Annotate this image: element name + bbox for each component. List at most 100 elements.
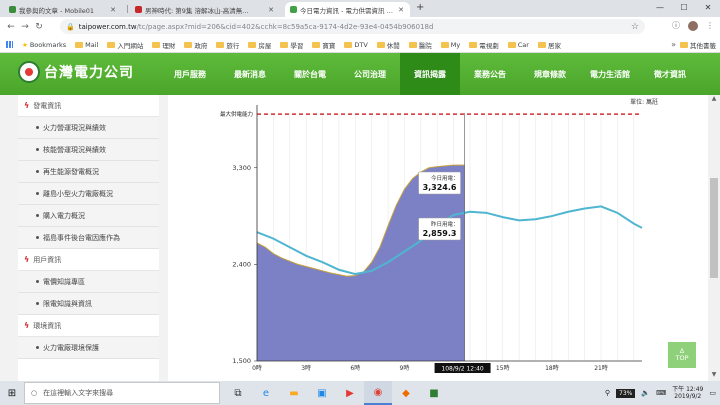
sidebar-item[interactable]: 離島小型火力電廠概況 <box>18 183 159 205</box>
scroll-thumb[interactable] <box>710 178 718 278</box>
keyboard-icon[interactable]: ⌨ <box>656 389 666 397</box>
nav-item-news[interactable]: 最新消息 <box>220 53 280 95</box>
volume-icon[interactable]: 🔈 <box>641 389 650 397</box>
nav-item-about[interactable]: 關於台電 <box>280 53 340 95</box>
sidebar-item[interactable]: 限電知識與資訊 <box>18 293 159 315</box>
avatar[interactable] <box>688 20 698 31</box>
nav-item-regulations[interactable]: 規章條款 <box>520 53 580 95</box>
maximize-icon[interactable]: ☐ <box>672 0 696 14</box>
nav-item-governance[interactable]: 公司治理 <box>340 53 400 95</box>
sidebar-section[interactable]: ϟ 用戶資訊 <box>18 249 159 271</box>
bookmark-folder[interactable]: 入門網站 <box>107 40 143 50</box>
bookmark-folder[interactable]: Car <box>507 41 529 49</box>
sidebar-item[interactable]: 再生能源發電概況 <box>18 161 159 183</box>
windows-icon: ⊞ <box>7 387 17 399</box>
bullet-icon <box>36 214 39 217</box>
sidebar-item[interactable]: 火力電廠環境保護 <box>18 337 159 359</box>
sidebar-item[interactable]: 購入電力概況 <box>18 205 159 227</box>
bookmark-folder[interactable]: Mail <box>75 41 98 49</box>
scroll-up-icon[interactable]: ▲ <box>708 95 720 105</box>
nav-item-life[interactable]: 電力生活館 <box>580 53 640 95</box>
bullet-icon <box>36 148 39 151</box>
notification-icon[interactable]: ▭ <box>709 389 716 397</box>
page-scrollbar[interactable]: ▲ ▼ <box>708 95 720 381</box>
app-icon[interactable]: ◆ <box>392 381 420 405</box>
folder-icon <box>75 41 84 48</box>
favicon-icon <box>290 6 297 13</box>
sidebar-section-label: 環境資訊 <box>33 321 62 330</box>
forward-icon[interactable]: → <box>18 22 32 32</box>
site-logo[interactable]: 台灣電力公司 <box>18 61 134 83</box>
reload-icon[interactable]: ↻ <box>32 22 46 32</box>
start-button[interactable]: ⊞ <box>0 381 24 405</box>
bookmark-folder[interactable]: 醫院 <box>408 40 432 50</box>
bookmark-folder[interactable]: 居家 <box>537 40 561 50</box>
nav-item-customer-service[interactable]: 用戶服務 <box>160 53 220 95</box>
sidebar-item[interactable]: 電價知識專區 <box>18 271 159 293</box>
store-icon[interactable]: ▣ <box>308 381 336 405</box>
back-to-top-button[interactable]: Δ TOP <box>668 342 696 368</box>
bookmark-apps[interactable] <box>6 41 13 48</box>
bookmark-other-folder[interactable]: 其他書籤 <box>680 40 716 50</box>
extension-icon[interactable]: ⓘ <box>672 20 680 31</box>
nav-item-announcements[interactable]: 業務公告 <box>460 53 520 95</box>
url-field[interactable]: 🔒 taipower.com.tw /tc/page.aspx?mid=206&… <box>60 19 645 34</box>
sidebar-section[interactable]: ϟ 發電資訊 <box>18 95 159 117</box>
bookmark-folder[interactable]: 旅行 <box>216 40 239 50</box>
minimize-icon[interactable]: — <box>648 0 672 14</box>
battery-indicator[interactable]: 73% <box>616 388 636 398</box>
toolbar-icons: ⓘ ⋮ <box>672 20 714 31</box>
sidebar-item[interactable]: 核能營運現況與績效 <box>18 139 159 161</box>
clock[interactable]: 下午 12:49 2019/9/2 <box>672 386 703 400</box>
sidebar-item[interactable]: 福島事件後台電因應作為 <box>18 227 159 249</box>
task-view-icon[interactable]: ⧉ <box>224 381 252 405</box>
taskbar: ⊞ ○ 在這裡輸入文字來搜尋 ⧉ e ▬ ▣ ▶ ◉ ◆ ■ ⚲ 73% 🔈 ⌨… <box>0 381 720 405</box>
bolt-icon: ϟ <box>24 255 30 264</box>
bookmark-folder[interactable]: 理財 <box>152 40 175 50</box>
close-window-icon[interactable]: ✕ <box>696 0 720 14</box>
close-icon[interactable]: ✕ <box>110 6 116 14</box>
bookmark-folder[interactable]: DTV <box>344 41 368 49</box>
scroll-down-icon[interactable]: ▼ <box>708 371 720 381</box>
edge-icon[interactable]: e <box>252 381 280 405</box>
media-icon[interactable]: ▶ <box>336 381 364 405</box>
nav-item-disclosure[interactable]: 資訊揭露 <box>400 53 460 95</box>
chrome-icon[interactable]: ◉ <box>364 381 392 405</box>
app-icon[interactable]: ■ <box>420 381 448 405</box>
people-icon[interactable]: ⚲ <box>605 389 610 397</box>
close-icon[interactable]: ✕ <box>268 6 274 14</box>
bookmark-label: 其他書籤 <box>690 41 716 50</box>
x-tick-label: 0時 <box>252 364 262 372</box>
top-label: TOP <box>675 354 689 362</box>
sidebar-item-label: 購入電力概況 <box>43 211 85 220</box>
yesterday-tooltip-label: 昨日用電： <box>431 220 459 228</box>
more-bookmarks-icon[interactable]: » <box>671 40 676 49</box>
folder-icon <box>184 41 193 48</box>
tab-taipower[interactable]: 今日電力資訊 - 電力供需資訊 - 2... ✕ <box>285 2 410 17</box>
bookmark-item[interactable]: ★ Bookmarks <box>22 41 66 49</box>
menu-icon[interactable]: ⋮ <box>706 21 714 30</box>
x-tick-label: 3時 <box>301 364 311 372</box>
new-tab-icon[interactable]: + <box>416 2 424 13</box>
bookmark-folder[interactable]: 寶寶 <box>312 40 335 50</box>
bookmark-folder[interactable]: 電視劇 <box>469 40 499 50</box>
bookmark-folder[interactable]: My <box>440 41 460 49</box>
sidebar-item-label: 限電知識與資訊 <box>43 299 92 308</box>
search-icon: ○ <box>31 389 38 397</box>
bookmark-folder[interactable]: 政府 <box>184 40 207 50</box>
nav-item-careers[interactable]: 徵才資訊 <box>640 53 700 95</box>
taskbar-search[interactable]: ○ 在這裡輸入文字來搜尋 <box>24 382 220 404</box>
sidebar-item[interactable]: 火力營運現況與績效 <box>18 117 159 139</box>
bookmark-star-icon[interactable]: ☆ <box>631 22 639 32</box>
back-icon[interactable]: ← <box>4 22 18 32</box>
bookmark-folder[interactable]: 房屋 <box>248 40 271 50</box>
power-usage-chart[interactable]: 1,500 2,400 3,300 0時 3時 6時 9時 15時 18時 21時 最大供電能力今日… <box>168 95 708 381</box>
bullet-icon <box>36 302 39 305</box>
tab-video[interactable]: 男神時代: 第9集 溶解冰山-高清無... ✕ <box>130 2 280 17</box>
sidebar-section[interactable]: ϟ 環境資訊 <box>18 315 159 337</box>
bookmark-folder[interactable]: 學習 <box>280 40 303 50</box>
tab-mobile01[interactable]: 我參與的文章 - Mobile01 ✕ <box>4 2 122 17</box>
close-icon[interactable]: ✕ <box>398 6 404 14</box>
file-explorer-icon[interactable]: ▬ <box>280 381 308 405</box>
bookmark-folder[interactable]: 休閒 <box>376 40 400 50</box>
